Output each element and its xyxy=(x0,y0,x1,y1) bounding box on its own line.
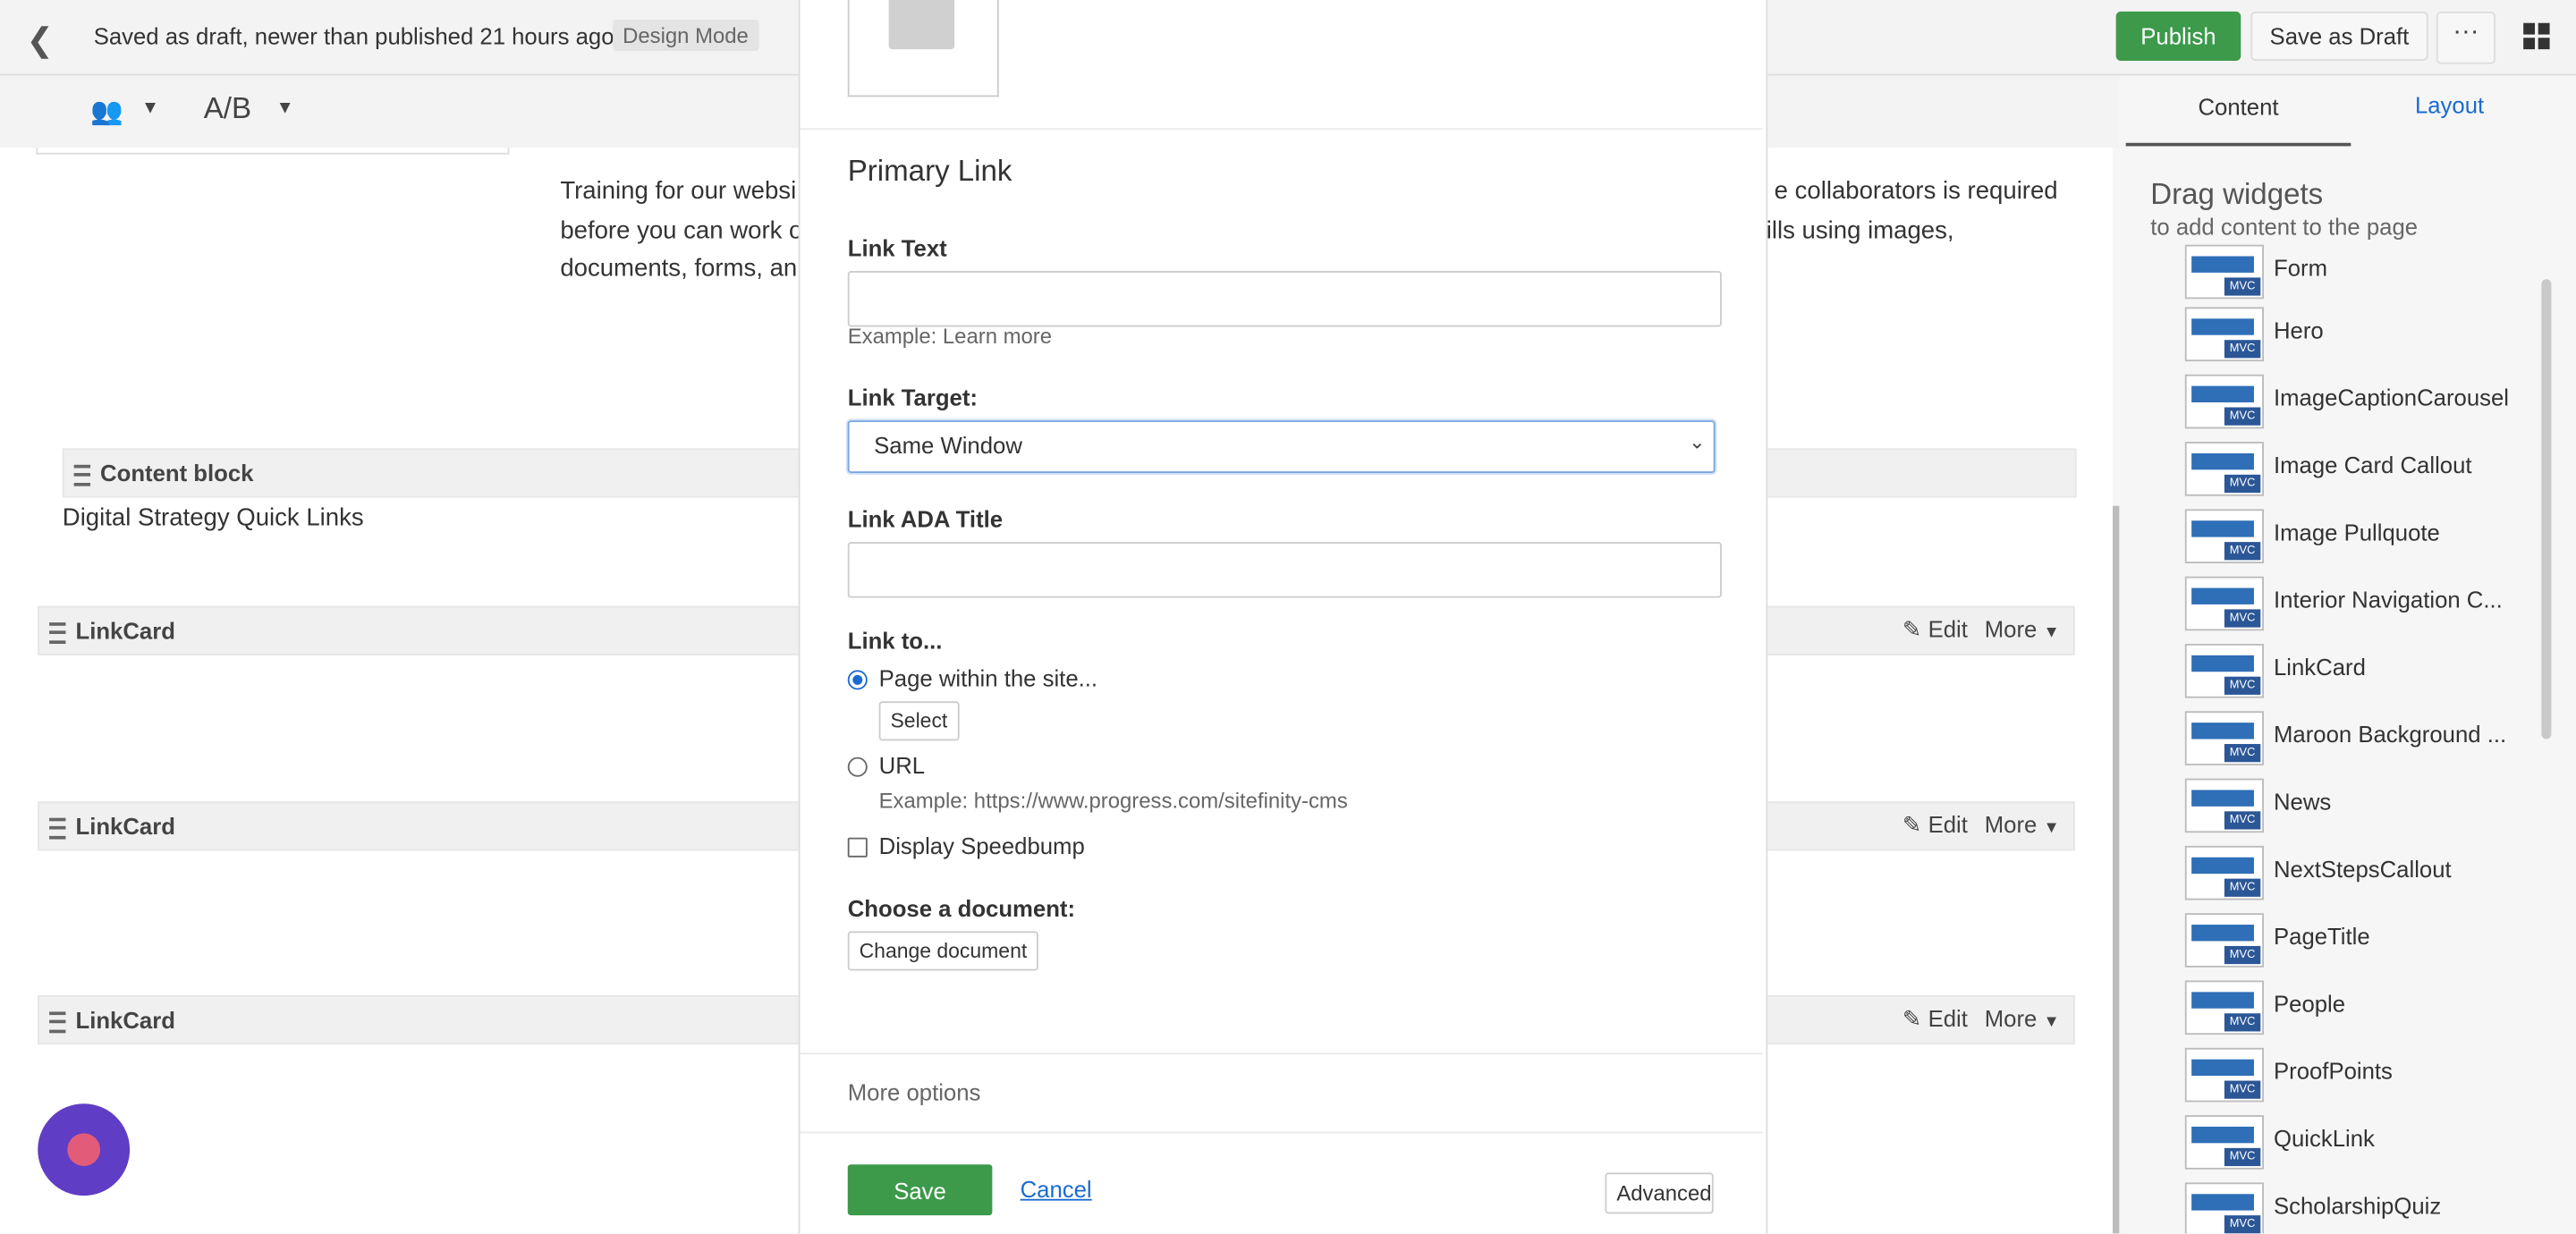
divider xyxy=(800,128,1763,131)
chevron-down-icon: ⌄ xyxy=(1689,430,1706,453)
page-within-site-radio[interactable] xyxy=(847,670,868,690)
change-document-button[interactable]: Change document xyxy=(847,931,1039,971)
save-button[interactable]: Save xyxy=(847,1164,993,1216)
app-root: ❮ Saved as draft, newer than published 2… xyxy=(0,0,2576,1234)
primary-link-heading: Primary Link xyxy=(847,154,1013,188)
url-hint: Example: https://www.progress.com/sitefi… xyxy=(878,788,1348,814)
image-placeholder-icon xyxy=(888,0,955,50)
url-label: URL xyxy=(878,752,926,779)
ada-title-label: Link ADA Title xyxy=(847,505,1004,533)
page-within-site-label: Page within the site... xyxy=(878,664,1098,692)
link-text-label: Link Text xyxy=(847,234,947,262)
display-speedbump-label: Display Speedbump xyxy=(878,833,1085,859)
link-text-input[interactable] xyxy=(847,271,1722,327)
cancel-link[interactable]: Cancel xyxy=(1021,1176,1092,1202)
ada-title-input[interactable] xyxy=(847,542,1722,598)
divider xyxy=(800,1131,1763,1134)
choose-document-label: Choose a document: xyxy=(847,895,1076,922)
more-options-toggle[interactable]: More options xyxy=(848,1079,981,1105)
divider xyxy=(800,1052,1763,1055)
display-speedbump-checkbox[interactable] xyxy=(847,837,868,858)
advanced-button[interactable]: Advanced xyxy=(1605,1172,1714,1214)
link-to-label: Link to... xyxy=(847,627,943,655)
link-text-hint: Example: Learn more xyxy=(847,323,1053,349)
url-radio[interactable] xyxy=(847,756,868,777)
link-target-label: Link Target: xyxy=(847,384,978,411)
link-target-value: Same Window xyxy=(874,432,1022,459)
select-page-button[interactable]: Select xyxy=(878,701,960,741)
